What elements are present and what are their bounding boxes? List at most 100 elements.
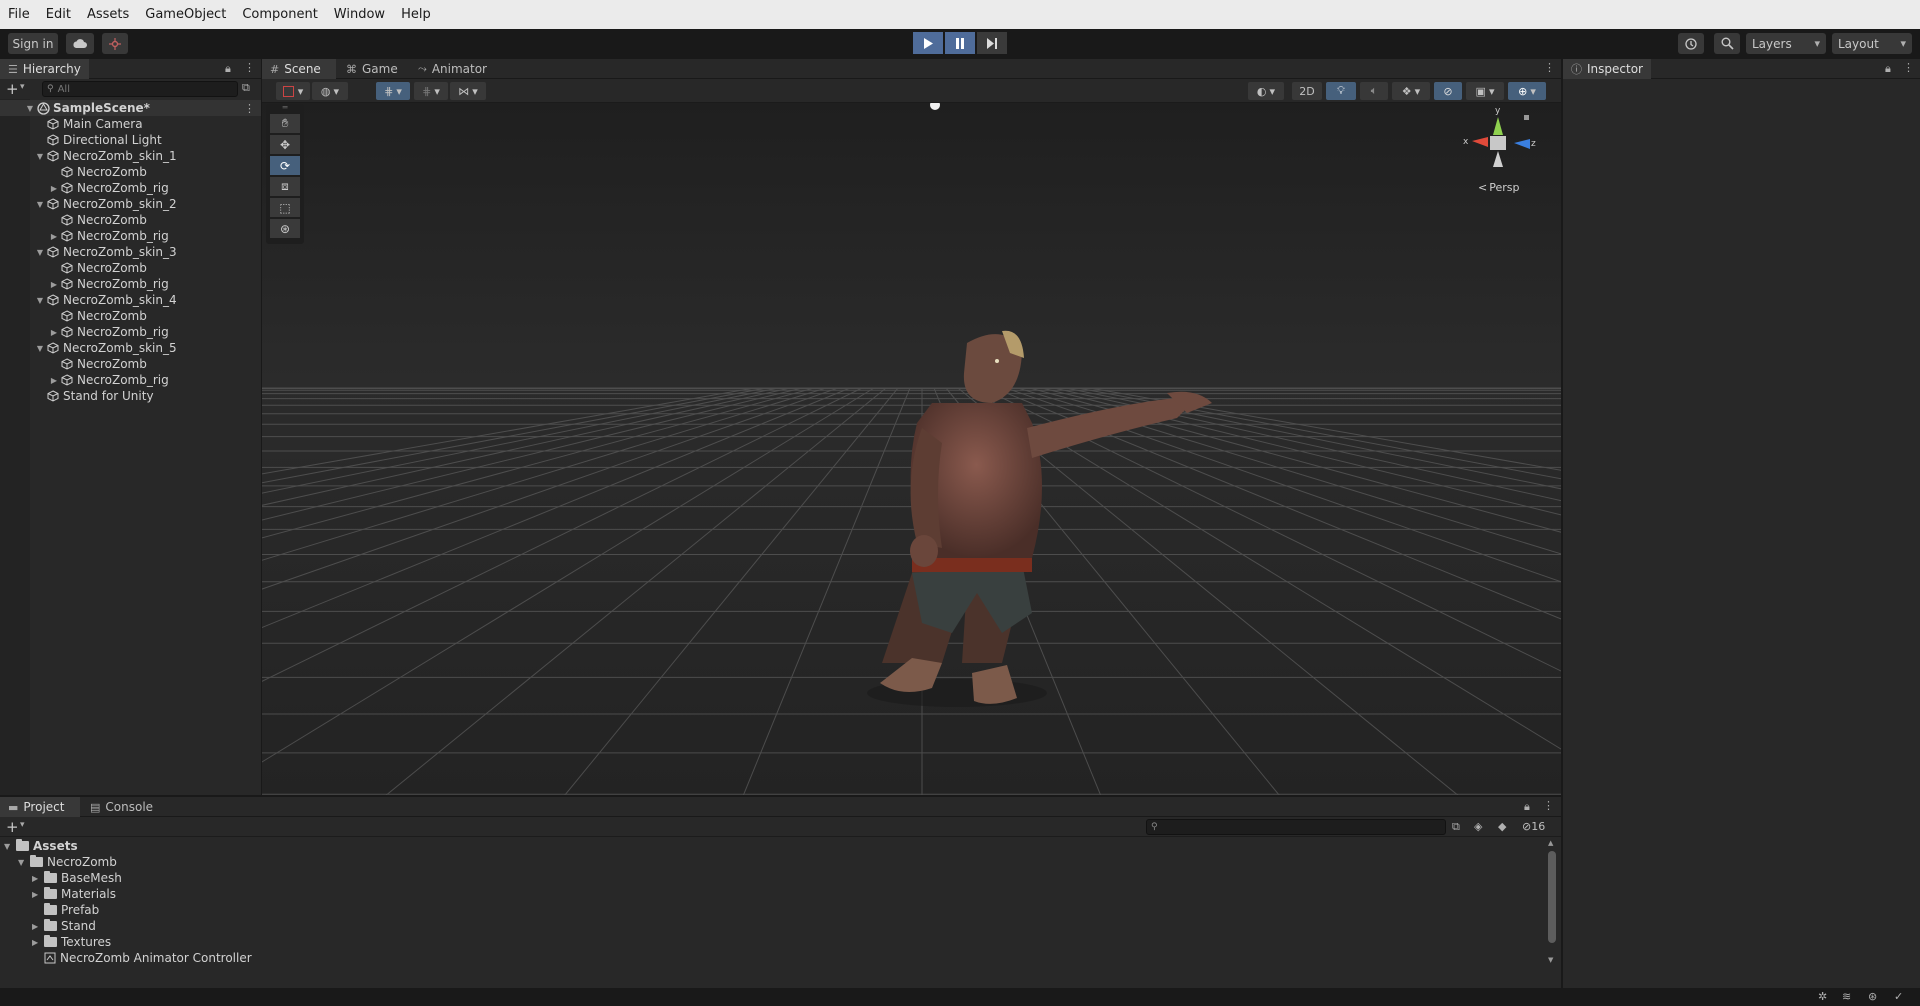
move-tool-button[interactable]: ✥ — [270, 135, 300, 154]
chevron-down-icon[interactable]: ▾ — [20, 82, 25, 92]
menu-help[interactable]: Help — [401, 7, 431, 22]
collapse-arrow-icon[interactable]: ▶ — [0, 376, 60, 385]
hierarchy-item[interactable]: Stand for Unity — [0, 388, 261, 404]
more-menu-icon[interactable]: ⋮ — [1543, 799, 1554, 812]
layout-dropdown[interactable]: Layout ▾ — [1832, 33, 1912, 54]
hierarchy-item[interactable]: ▶ NecroZomb_rig — [0, 228, 261, 244]
camera-dropdown[interactable]: ▣ ▾ — [1466, 82, 1504, 100]
more-menu-icon[interactable]: ⋮ — [244, 61, 255, 74]
menu-window[interactable]: Window — [334, 7, 385, 22]
hierarchy-item[interactable]: ▼ NecroZomb_skin_2 — [0, 196, 261, 212]
scroll-down-icon[interactable]: ▼ — [1548, 956, 1553, 964]
expand-arrow-icon[interactable]: ▼ — [4, 842, 16, 851]
network-icon[interactable]: ⊛ — [1868, 990, 1877, 1003]
project-item[interactable]: ▼ NecroZomb — [18, 854, 117, 870]
transform-tool-button[interactable]: ⊛ — [270, 219, 300, 238]
expand-arrow-icon[interactable]: ▼ — [0, 248, 46, 257]
project-item[interactable]: NecroZomb Animator Controller — [32, 950, 252, 966]
layers-dropdown[interactable]: Layers ▾ — [1746, 33, 1826, 54]
increment-snap-dropdown[interactable]: ⋈ ▾ — [450, 82, 486, 100]
menu-gameobject[interactable]: GameObject — [145, 7, 226, 22]
global-dropdown[interactable]: ◍ ▾ — [312, 82, 348, 100]
2d-toggle[interactable]: 2D — [1292, 82, 1322, 100]
hand-tool-button[interactable]: ✋︎ — [270, 114, 300, 133]
collapse-arrow-icon[interactable]: ▶ — [32, 890, 44, 899]
hierarchy-item[interactable]: ▶ NecroZomb_rig — [0, 372, 261, 388]
expand-arrow-icon[interactable]: ▼ — [0, 344, 46, 353]
draw-mode-dropdown[interactable]: ▾ — [276, 82, 310, 100]
gizmos-dropdown[interactable]: ⊕ ▾ — [1508, 82, 1546, 100]
hidden-objects-toggle[interactable]: ⊘ — [1434, 82, 1462, 100]
menu-component[interactable]: Component — [242, 7, 317, 22]
lighting-toggle[interactable]: 💡︎ — [1326, 82, 1356, 100]
more-menu-icon[interactable]: ⋮ — [244, 102, 255, 115]
hierarchy-item[interactable]: ▼ NecroZomb_skin_1 — [0, 148, 261, 164]
collapse-arrow-icon[interactable]: ▶ — [32, 874, 44, 883]
hierarchy-item[interactable]: ▼ NecroZomb_skin_3 — [0, 244, 261, 260]
hierarchy-item[interactable]: ▶ NecroZomb_rig — [0, 324, 261, 340]
perspective-toggle[interactable]: < Persp — [1478, 181, 1519, 194]
hidden-packages-toggle[interactable]: ⊘ 16 — [1522, 820, 1545, 833]
hierarchy-item[interactable]: NecroZomb — [0, 212, 261, 228]
menu-assets[interactable]: Assets — [87, 7, 129, 22]
hierarchy-item[interactable]: ▼ NecroZomb_skin_4 — [0, 292, 261, 308]
tab-animator[interactable]: ⤳ Animator — [410, 59, 502, 79]
scene-orientation-gizmo[interactable]: y x z < Persp — [1458, 106, 1558, 199]
collab-button[interactable] — [102, 33, 128, 54]
tag-icon[interactable]: ◆ — [1498, 820, 1506, 833]
more-menu-icon[interactable]: ⋮ — [1903, 61, 1914, 74]
project-item[interactable]: ▶ Materials — [32, 886, 116, 902]
tab-inspector[interactable]: ⓘ Inspector — [1563, 59, 1651, 79]
tab-scene[interactable]: # Scene — [262, 59, 336, 79]
collapse-arrow-icon[interactable]: ▶ — [0, 184, 60, 193]
collapse-arrow-icon[interactable]: ▶ — [0, 232, 60, 241]
scale-tool-button[interactable]: ⧈ — [270, 177, 300, 196]
tab-hierarchy[interactable]: ☰ Hierarchy — [0, 59, 89, 79]
lock-icon[interactable]: 🔒︎ — [1524, 800, 1530, 814]
effects-dropdown[interactable]: ❖ ▾ — [1392, 82, 1430, 100]
search-button[interactable] — [1714, 33, 1740, 54]
scene-viewport[interactable]: ═ ✋︎ ✥ ⟳ ⧈ ⬚ ⊛ y x z < Persp — [262, 103, 1561, 795]
project-search-input[interactable]: ⚲ — [1146, 819, 1446, 835]
tab-game[interactable]: ⌘ Game — [338, 59, 408, 79]
expand-arrow-icon[interactable]: ▼ — [0, 152, 46, 161]
sign-in-button[interactable]: Sign in — [8, 33, 58, 54]
hierarchy-item[interactable]: Main Camera — [0, 116, 261, 132]
rotate-tool-button[interactable]: ⟳ — [270, 156, 300, 175]
hierarchy-item[interactable]: Directional Light — [0, 132, 261, 148]
expand-arrow-icon[interactable]: ▼ — [0, 104, 36, 113]
hierarchy-item[interactable]: NecroZomb — [0, 260, 261, 276]
scroll-up-icon[interactable]: ▲ — [1548, 839, 1553, 847]
expand-arrow-icon[interactable]: ▼ — [0, 200, 46, 209]
history-button[interactable] — [1678, 33, 1704, 54]
expand-arrow-icon[interactable]: ▼ — [0, 296, 46, 305]
hierarchy-item[interactable]: ▼ NecroZomb_skin_5 — [0, 340, 261, 356]
collapse-arrow-icon[interactable]: ▶ — [0, 328, 60, 337]
tab-project[interactable]: ▬ Project — [0, 797, 80, 817]
hierarchy-item[interactable]: ▶ NecroZomb_rig — [0, 180, 261, 196]
collapse-arrow-icon[interactable]: ▶ — [32, 922, 44, 931]
project-item[interactable]: ▶ Stand — [32, 918, 96, 934]
hierarchy-item[interactable]: ▶ NecroZomb_rig — [0, 276, 261, 292]
cloud-button[interactable] — [66, 33, 94, 54]
audio-toggle[interactable]: 🔈︎ — [1360, 82, 1388, 100]
rect-tool-button[interactable]: ⬚ — [270, 198, 300, 217]
hierarchy-item[interactable]: NecroZomb — [0, 308, 261, 324]
menu-file[interactable]: File — [8, 7, 30, 22]
hierarchy-item[interactable]: NecroZomb — [0, 356, 261, 372]
collapse-arrow-icon[interactable]: ▶ — [32, 938, 44, 947]
lock-icon[interactable]: 🔒︎ — [225, 62, 231, 76]
tab-console[interactable]: ▤ Console — [82, 797, 162, 817]
more-menu-icon[interactable]: ⋮ — [1544, 61, 1555, 74]
scene-row[interactable]: ▼ SampleScene* ⋮ — [0, 100, 261, 116]
shading-mode-dropdown[interactable]: ◐ ▾ — [1248, 82, 1284, 100]
add-icon[interactable]: + — [6, 818, 19, 836]
filter-by-label-icon[interactable]: ◈ — [1474, 820, 1482, 833]
hierarchy-item[interactable]: NecroZomb — [0, 164, 261, 180]
lock-icon[interactable]: 🔒︎ — [1885, 62, 1891, 76]
project-scrollbar[interactable]: ▲ ▼ — [1547, 839, 1557, 967]
expand-arrow-icon[interactable]: ▼ — [18, 858, 30, 867]
grid-snap-dropdown[interactable]: ⋕ ▾ — [376, 82, 410, 100]
step-button[interactable] — [977, 32, 1007, 54]
project-item[interactable]: Prefab — [32, 902, 99, 918]
